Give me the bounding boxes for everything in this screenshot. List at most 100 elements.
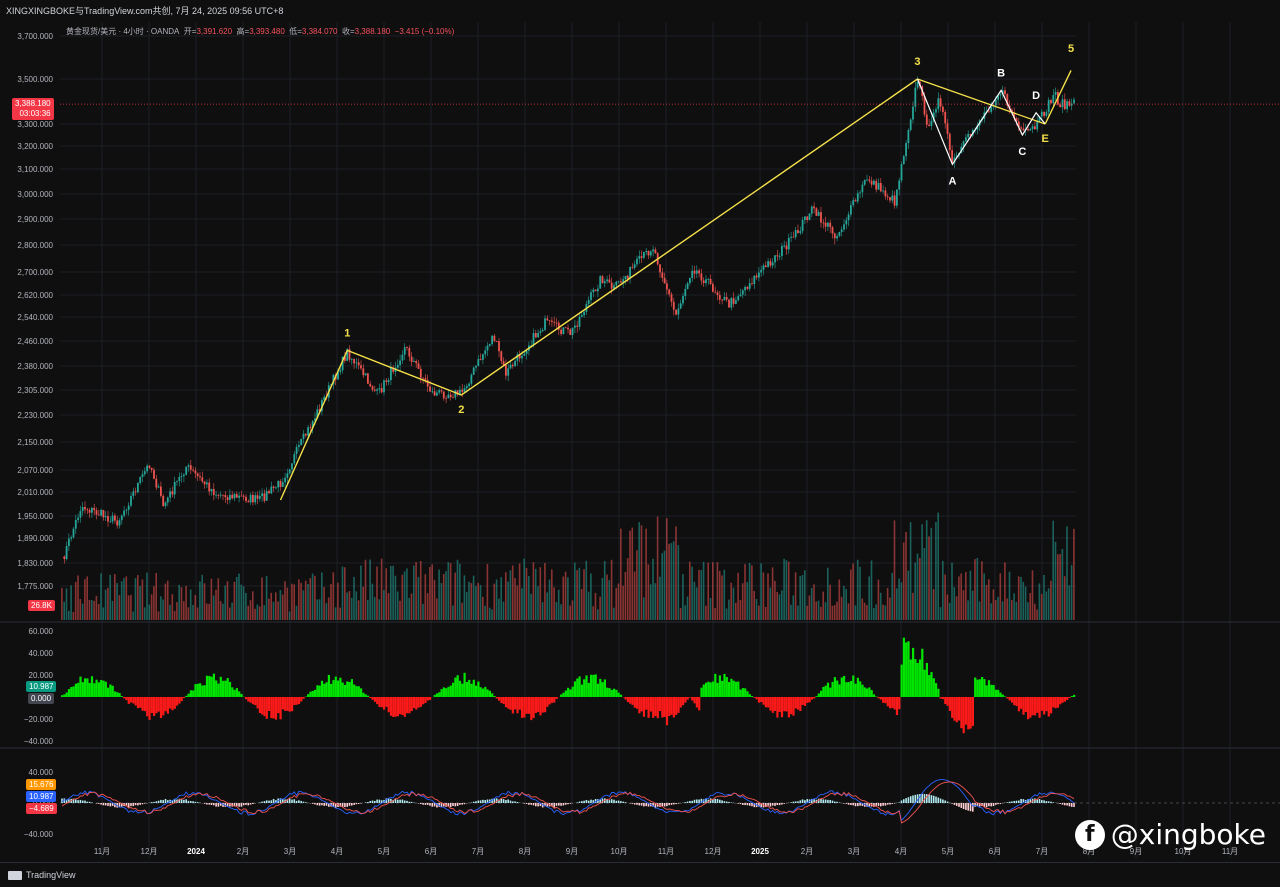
osc2-histogram-bar xyxy=(197,802,199,803)
candle-body xyxy=(234,494,236,498)
candle-body xyxy=(1020,127,1022,128)
wave-label-1: 1 xyxy=(344,327,350,339)
osc1-bar xyxy=(1055,697,1057,708)
volume-bar xyxy=(664,551,666,620)
osc1-bar xyxy=(1043,697,1045,714)
candle-body xyxy=(818,212,820,216)
osc1-value-badge: 10.987 xyxy=(26,681,56,692)
volume-bar xyxy=(843,586,845,620)
candle-body xyxy=(1046,112,1048,116)
osc1-bar xyxy=(68,689,70,697)
osc1-bar xyxy=(572,687,574,697)
osc1-bar xyxy=(970,697,972,729)
time-axis-label: 11月 xyxy=(658,847,674,856)
osc1-bar xyxy=(848,682,850,697)
volume-bar xyxy=(195,595,197,620)
osc2-histogram-bar xyxy=(192,801,194,803)
osc1-bar xyxy=(280,697,282,719)
osc1-bar xyxy=(98,682,100,697)
volume-bar xyxy=(783,559,785,620)
osc2-histogram-bar xyxy=(563,803,565,805)
candle-body xyxy=(675,310,677,315)
volume-bar xyxy=(625,572,627,620)
osc1-bar xyxy=(956,697,958,722)
volume-bar xyxy=(475,586,477,620)
osc1-bar xyxy=(192,690,194,697)
volume-bar xyxy=(645,529,647,620)
candle-body xyxy=(91,508,93,513)
candle-body xyxy=(850,205,852,214)
volume-bar xyxy=(758,606,760,620)
candle-body xyxy=(425,378,427,380)
volume-bar xyxy=(277,601,279,620)
volume-bar xyxy=(273,602,275,620)
osc2-histogram-bar xyxy=(618,801,620,803)
osc1-bar xyxy=(236,688,238,697)
osc1-bar xyxy=(270,697,272,718)
osc1-bar xyxy=(659,697,661,711)
osc1-bar xyxy=(878,697,880,698)
time-axis-label: 7月 xyxy=(1036,847,1048,856)
tradingview-logo[interactable]: TradingView xyxy=(8,863,76,887)
volume-bar xyxy=(132,612,134,620)
osc1-bar xyxy=(901,665,903,697)
osc1-bar xyxy=(733,681,735,697)
volume-bar xyxy=(845,589,847,620)
osc1-bar xyxy=(804,697,806,706)
volume-bar xyxy=(1023,582,1025,620)
volume-bar xyxy=(63,602,65,620)
volume-bar xyxy=(293,584,295,620)
osc1-bar xyxy=(116,692,118,697)
candle-body xyxy=(730,298,732,307)
volume-bar xyxy=(882,605,884,620)
candle-body xyxy=(477,359,479,366)
osc1-bar xyxy=(760,697,762,702)
osc1-bar xyxy=(275,697,277,720)
osc2-histogram-bar xyxy=(834,802,836,803)
candle-body xyxy=(510,365,512,369)
candle-body xyxy=(632,267,634,268)
candle-body xyxy=(257,495,259,499)
price-axis-label: 2,700.000 xyxy=(17,268,53,277)
candle-body xyxy=(737,296,739,300)
volume-bar xyxy=(1002,601,1004,620)
candle-body xyxy=(273,487,275,488)
volume-bar xyxy=(553,587,555,620)
chart-svg[interactable]: 123ABCDE5 3,700.0003,500.0003,300.0003,2… xyxy=(0,22,1280,862)
price-axis-label: 2,900.000 xyxy=(17,215,53,224)
osc2-histogram-bar xyxy=(165,799,167,803)
volume-bar xyxy=(291,584,293,620)
osc2-histogram-bar xyxy=(326,803,328,806)
osc1-bar xyxy=(986,685,988,697)
osc1-bar xyxy=(155,697,157,713)
osc1-bar xyxy=(454,678,456,697)
osc1-bar xyxy=(362,693,364,697)
volume-bar xyxy=(114,574,116,620)
volume-bar xyxy=(482,597,484,620)
osc2-histogram-bar xyxy=(882,803,884,806)
volume-bar xyxy=(657,517,659,620)
volume-bar xyxy=(974,559,976,620)
candle-body xyxy=(567,328,569,330)
chart-area[interactable]: 123ABCDE5 3,700.0003,500.0003,300.0003,2… xyxy=(0,22,1280,862)
osc1-bar xyxy=(887,697,889,706)
osc1-bar xyxy=(661,697,663,718)
candle-body xyxy=(201,477,203,481)
osc1-bar xyxy=(1057,697,1059,708)
osc1-bar xyxy=(951,697,953,718)
volume-bar xyxy=(436,598,438,620)
candle-body xyxy=(599,276,601,288)
volume-bar xyxy=(121,581,123,620)
candle-body xyxy=(588,300,590,304)
osc1-bar xyxy=(153,697,155,716)
osc2-histogram-bar xyxy=(770,803,772,807)
osc2-histogram-bar xyxy=(731,802,733,803)
volume-bar xyxy=(238,574,240,620)
osc1-bar xyxy=(128,697,130,704)
candle-body xyxy=(905,143,907,156)
osc2-histogram-bar xyxy=(80,800,82,803)
candle-body xyxy=(367,373,369,383)
volume-bar xyxy=(951,563,953,620)
osc2-histogram-bar xyxy=(825,800,827,803)
osc2-histogram-bar xyxy=(632,803,634,804)
